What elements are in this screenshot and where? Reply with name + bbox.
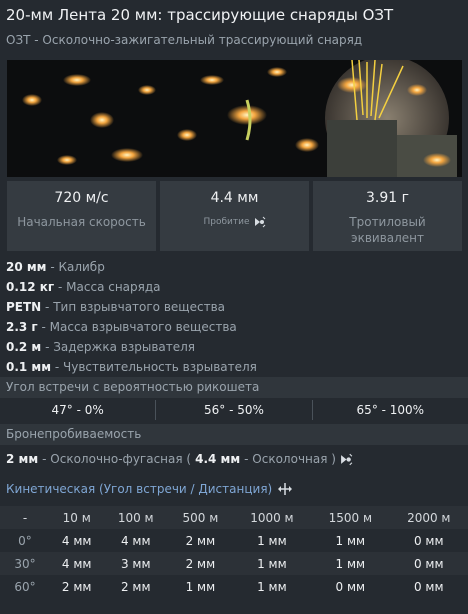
kinetic-penetration-title: Кинетическая (Угол встречи / Дистанция) xyxy=(6,482,273,496)
table-cell: 1 мм xyxy=(335,533,366,548)
table-cell: 1 мм xyxy=(335,556,366,571)
ricochet-value: 47° - 0% xyxy=(0,400,157,420)
penetration-icon xyxy=(254,216,265,228)
angle-cell: 0° xyxy=(18,533,32,548)
table-cell: 0 мм xyxy=(413,556,444,571)
table-cell: 1 мм xyxy=(257,579,287,594)
stat-penetration: 4.4 мм Пробитие xyxy=(160,181,309,251)
table-row: 30° 4 мм 3 мм 2 мм 1 мм 1 мм 0 мм xyxy=(0,552,468,575)
property-label: - Тип взрывчатого вещества xyxy=(41,300,225,314)
stat-label: Начальная скорость xyxy=(17,215,146,229)
property-row: 20 мм - Калибр xyxy=(6,257,257,277)
table-header-cell: 1500 м xyxy=(328,510,373,525)
table-header-cell: 10 м xyxy=(62,510,91,525)
property-value: PETN xyxy=(6,300,42,314)
table-cell: 1 мм xyxy=(257,556,287,571)
table-header-cell: 500 м xyxy=(182,510,219,525)
impact-illustration xyxy=(7,60,462,177)
ricochet-value: 56° - 50% xyxy=(156,400,313,420)
table-header-cell: 100 м xyxy=(117,510,154,525)
table-cell: 2 мм xyxy=(120,579,151,594)
property-value: 0.12 кг xyxy=(6,280,55,294)
he-penetration-value: 2 мм xyxy=(6,452,39,466)
stat-value: 3.91 г xyxy=(366,190,409,206)
property-row: 2.3 г - Масса взрывчатого вещества xyxy=(6,317,257,337)
penetration-icon xyxy=(341,453,353,465)
frag-penetration-value: 4.4 мм xyxy=(195,452,241,466)
frag-penetration-label: - Осколочная ) xyxy=(244,452,336,466)
angle-cell: 60° xyxy=(14,579,36,594)
stat-label: Тротиловый эквивалент xyxy=(349,215,426,245)
table-cell: 0 мм xyxy=(413,533,444,548)
property-label: - Масса взрывчатого вещества xyxy=(37,320,237,334)
property-value: 0.2 м xyxy=(6,340,42,354)
property-row: 0.2 м - Задержка взрывателя xyxy=(6,337,257,357)
table-cell: 0 мм xyxy=(413,579,444,594)
stat-value: 4.4 мм xyxy=(210,190,259,206)
property-row: 0.1 мм - Чувствительность взрывателя xyxy=(6,357,257,377)
table-header-row: - 10 м 100 м 500 м 1000 м 1500 м 2000 м xyxy=(0,506,468,529)
shell-properties-list: 20 мм - Калибр 0.12 кг - Масса снаряда P… xyxy=(6,257,257,377)
property-row: 0.12 кг - Масса снаряда xyxy=(6,277,257,297)
penetration-summary: 2 мм - Осколочно-фугасная ( 4.4 мм - Оск… xyxy=(6,452,353,466)
table-cell: 2 мм xyxy=(185,533,216,548)
table-row: 60° 2 мм 2 мм 1 мм 1 мм 0 мм 0 мм xyxy=(0,575,468,598)
property-label: - Калибр xyxy=(46,260,105,274)
page-title: 20-мм Лента 20 мм: трассирующие снаряды … xyxy=(6,6,394,24)
table-cell: 3 мм xyxy=(120,556,151,571)
penetration-section-header: Бронепробиваемость xyxy=(0,424,468,445)
distance-icon xyxy=(278,483,293,495)
stat-muzzle-velocity: 720 м/с Начальная скорость xyxy=(7,181,156,251)
table-cell: 2 мм xyxy=(61,579,92,594)
stat-label: Пробитие xyxy=(203,217,250,227)
stats-row: 720 м/с Начальная скорость 4.4 мм Пробит… xyxy=(7,181,462,251)
stat-value: 720 м/с xyxy=(54,190,109,206)
penetration-table: - 10 м 100 м 500 м 1000 м 1500 м 2000 м … xyxy=(0,506,468,598)
table-header-cell: - xyxy=(22,510,28,525)
ricochet-value: 65° - 100% xyxy=(356,403,425,417)
property-label: - Чувствительность взрывателя xyxy=(51,360,257,374)
ricochet-values: 47° - 0% 56° - 50% 65° - 100% xyxy=(0,400,468,420)
stat-tnt-equivalent: 3.91 г Тротиловый эквивалент xyxy=(313,181,462,251)
property-label: - Задержка взрывателя xyxy=(41,340,196,354)
table-row: 0° 4 мм 4 мм 2 мм 1 мм 1 мм 0 мм xyxy=(0,529,468,552)
table-cell: 2 мм xyxy=(185,556,216,571)
property-value: 2.3 г xyxy=(6,320,38,334)
property-label: - Масса снаряда xyxy=(54,280,161,294)
table-cell: 1 мм xyxy=(257,533,287,548)
stat-label-row: Пробитие xyxy=(203,214,265,230)
table-cell: 0 мм xyxy=(335,579,366,594)
table-cell: 4 мм xyxy=(120,533,151,548)
table-cell: 4 мм xyxy=(61,556,92,571)
property-row: PETN - Тип взрывчатого вещества xyxy=(6,297,257,317)
angle-cell: 30° xyxy=(14,556,36,571)
table-cell: 1 мм xyxy=(185,579,216,594)
page-subtitle: ОЗТ - Осколочно-зажигательный трассирующ… xyxy=(6,33,363,47)
ricochet-section-header: Угол встречи с вероятностью рикошета xyxy=(0,377,468,398)
table-header-cell: 2000 м xyxy=(407,510,451,525)
property-value: 20 мм xyxy=(6,260,47,274)
he-penetration-label: - Осколочно-фугасная ( xyxy=(42,452,192,466)
table-cell: 4 мм xyxy=(61,533,92,548)
property-value: 0.1 мм xyxy=(6,360,52,374)
table-header-cell: 1000 м xyxy=(250,510,294,525)
shell-preview-image xyxy=(7,60,462,177)
kinetic-penetration-header[interactable]: Кинетическая (Угол встречи / Дистанция) xyxy=(6,482,293,496)
